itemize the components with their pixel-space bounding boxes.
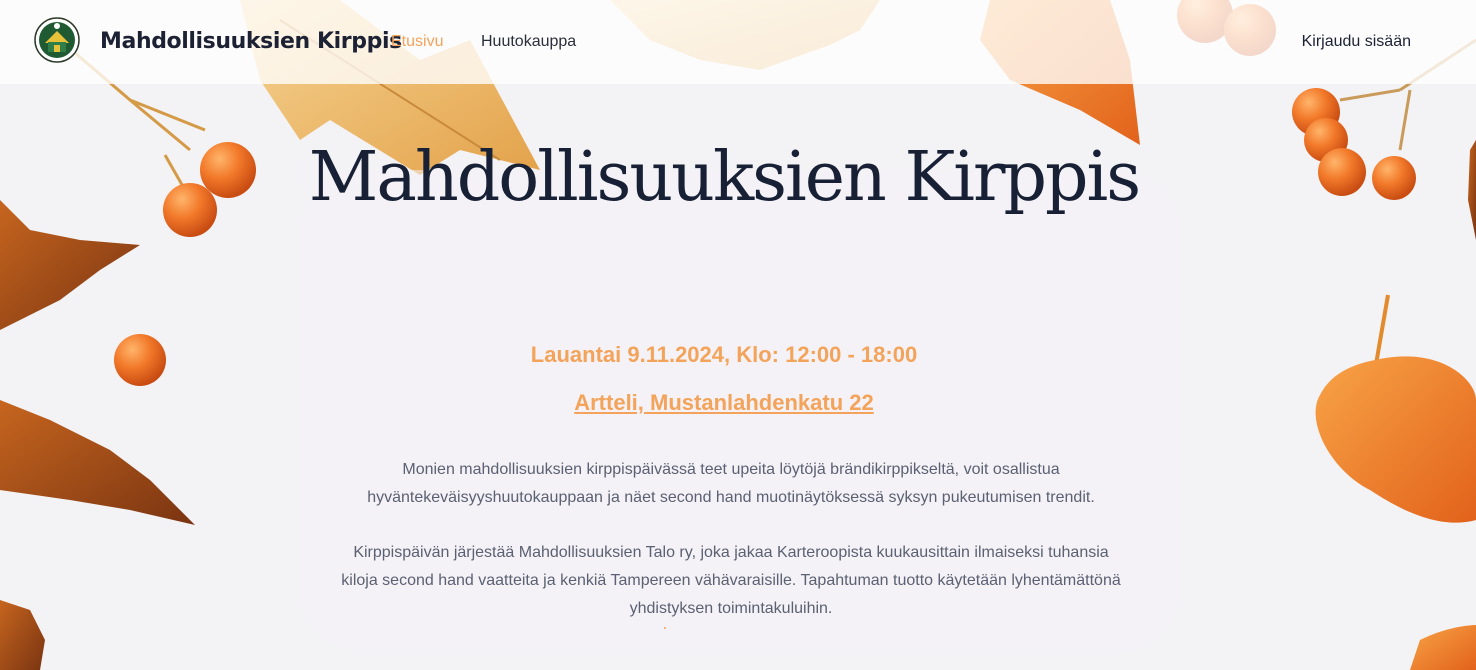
page-title: Mahdollisuuksien Kirppis — [308, 138, 1141, 217]
site-header: Mahdollisuuksien Kirppis Etusivu Huutoka… — [0, 0, 1476, 84]
organizer-paragraph: Kirppispäivän järjestää Mahdollisuuksien… — [341, 544, 1121, 617]
site-logo-icon[interactable] — [34, 17, 80, 63]
event-date: Lauantai 9.11.2024, Klo: 12:00 - 18:00 — [530, 342, 918, 367]
brand-link[interactable]: Mahdollisuuksien Kirppis — [100, 29, 402, 54]
nav-auction-link[interactable]: Huutokauppa — [481, 33, 576, 51]
nav-home-link[interactable]: Etusivu — [391, 33, 443, 51]
login-link[interactable]: Kirjaudu sisään — [1302, 33, 1411, 51]
event-location-link[interactable]: Artteli, Mustanlahdenkatu 22 — [574, 390, 874, 415]
intro-paragraph: Monien mahdollisuuksien kirppispäivässä … — [367, 461, 1095, 506]
decorative-dot — [664, 627, 666, 629]
event-location: Artteli, Mustanlahdenkatu 22 — [0, 390, 1462, 416]
